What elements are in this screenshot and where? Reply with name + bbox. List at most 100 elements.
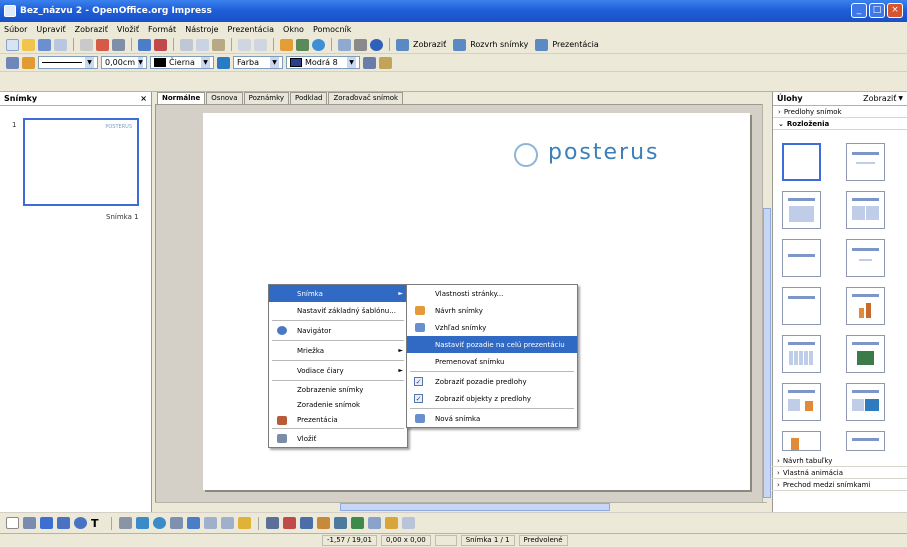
submenu-item-show-master-objects[interactable]: ✓ Zobraziť objekty z predlohy bbox=[407, 390, 577, 407]
menu-item-presentation[interactable]: Prezentácia bbox=[269, 412, 407, 427]
menu-item-insert[interactable]: Vložiť bbox=[269, 430, 407, 447]
basic-shapes-icon[interactable] bbox=[153, 517, 166, 529]
menu-item-slide-sorter[interactable]: Zoradenie snímok bbox=[269, 397, 407, 412]
menu-insert[interactable]: Vložiť bbox=[117, 25, 139, 34]
line-style-select[interactable]: ▼ bbox=[38, 56, 98, 69]
callouts-icon[interactable] bbox=[221, 517, 234, 529]
line-width-select[interactable]: 0,00cm ▼ bbox=[101, 56, 147, 69]
print-icon[interactable] bbox=[112, 38, 125, 51]
paste-icon[interactable] bbox=[212, 38, 225, 51]
fontwork-icon[interactable] bbox=[300, 517, 313, 529]
menu-item-master[interactable]: Nastaviť základný šablónu... bbox=[269, 302, 407, 319]
menu-item-grid[interactable]: Mriežka ► bbox=[269, 342, 407, 359]
line-color-select[interactable]: Čierna ▼ bbox=[150, 56, 214, 69]
zoom-icon[interactable] bbox=[354, 38, 367, 51]
menu-format[interactable]: Formát bbox=[148, 25, 176, 34]
menu-item-guides[interactable]: Vodiace čiary ► bbox=[269, 362, 407, 379]
submenu-item-set-background[interactable]: Nastaviť pozadie na celú prezentáciu bbox=[407, 336, 577, 353]
arrow-style-icon[interactable] bbox=[22, 56, 35, 69]
section-master-pages[interactable]: › Predlohy snímok bbox=[773, 106, 907, 118]
points-icon[interactable] bbox=[266, 517, 279, 529]
submenu-item-page-properties[interactable]: Vlastnosti stránky... bbox=[407, 285, 577, 302]
extrusion-icon[interactable] bbox=[351, 517, 364, 529]
section-slide-transition[interactable]: › Prechod medzi snímkami bbox=[772, 479, 907, 491]
from-file-icon[interactable] bbox=[317, 517, 330, 529]
submenu-item-new-slide[interactable]: Nová snímka bbox=[407, 410, 577, 427]
new-document-icon[interactable] bbox=[6, 38, 19, 51]
submenu-item-slide-layout[interactable]: Vzhľad snímky bbox=[407, 319, 577, 336]
tab-slide-sorter[interactable]: Zoraďovač snímok bbox=[328, 92, 404, 104]
submenu-item-show-master-background[interactable]: ✓ Zobraziť pozadie predlohy bbox=[407, 373, 577, 390]
chart-icon[interactable] bbox=[280, 38, 293, 51]
section-custom-animation[interactable]: › Vlastná animácia bbox=[772, 467, 907, 479]
export-pdf-icon[interactable] bbox=[96, 38, 109, 51]
layout-two-content[interactable] bbox=[846, 191, 885, 229]
table-icon[interactable] bbox=[296, 38, 309, 51]
ellipse-icon[interactable] bbox=[74, 517, 87, 529]
menu-file[interactable]: Súbor bbox=[4, 25, 27, 34]
close-icon[interactable]: × bbox=[140, 94, 147, 103]
layout-title-text[interactable] bbox=[846, 239, 885, 277]
line-style-icon[interactable] bbox=[6, 56, 19, 69]
layout-title-only-2[interactable] bbox=[782, 287, 821, 325]
vertical-scroll-thumb[interactable] bbox=[763, 208, 771, 498]
maximize-button[interactable]: □ bbox=[869, 3, 885, 18]
layout-title-content[interactable] bbox=[782, 191, 821, 229]
area-style-select[interactable]: Farba ▼ bbox=[233, 56, 283, 69]
slide-thumbnail[interactable]: POSTERUS bbox=[23, 118, 139, 206]
menu-edit[interactable]: Upraviť bbox=[36, 25, 65, 34]
area-color-select[interactable]: Modrá 8 ▼ bbox=[286, 56, 360, 69]
status-zoom[interactable] bbox=[434, 535, 457, 546]
spellcheck-icon[interactable] bbox=[138, 38, 151, 51]
autospell-icon[interactable] bbox=[154, 38, 167, 51]
save-icon[interactable] bbox=[38, 38, 51, 51]
gallery-icon[interactable] bbox=[334, 517, 347, 529]
curve-icon[interactable] bbox=[119, 517, 132, 529]
block-arrows-icon[interactable] bbox=[187, 517, 200, 529]
tab-outline[interactable]: Osnova bbox=[206, 92, 243, 104]
arrange-icon[interactable] bbox=[402, 517, 415, 529]
stars-icon[interactable] bbox=[238, 517, 251, 529]
slide-layout-icon[interactable] bbox=[453, 38, 467, 51]
help-icon[interactable] bbox=[370, 38, 383, 51]
submenu-item-slide-design[interactable]: Návrh snímky bbox=[407, 302, 577, 319]
rotate-icon[interactable] bbox=[368, 517, 381, 529]
layout-centered-text[interactable] bbox=[782, 239, 821, 277]
layout-chart-text[interactable] bbox=[782, 431, 821, 451]
position-size-icon[interactable] bbox=[379, 56, 392, 69]
layout-title-text-2[interactable] bbox=[846, 431, 885, 451]
redo-icon[interactable] bbox=[254, 38, 267, 51]
email-icon[interactable] bbox=[54, 38, 67, 51]
close-button[interactable]: × bbox=[887, 3, 903, 18]
task-pane-view-menu[interactable]: Zobraziť bbox=[863, 94, 896, 103]
submenu-item-rename-slide[interactable]: Premenovať snímku bbox=[407, 353, 577, 370]
alignment-icon[interactable] bbox=[385, 517, 398, 529]
minimize-button[interactable]: _ bbox=[851, 3, 867, 18]
text-icon[interactable]: T bbox=[91, 517, 104, 530]
menu-tools[interactable]: Nástroje bbox=[185, 25, 218, 34]
cut-icon[interactable] bbox=[180, 38, 193, 51]
layout-title-table[interactable] bbox=[782, 335, 821, 373]
undo-icon[interactable] bbox=[238, 38, 251, 51]
arrow-line-icon[interactable] bbox=[40, 517, 53, 529]
show-icon[interactable] bbox=[396, 38, 409, 51]
menu-item-navigator[interactable]: Navigátor bbox=[269, 322, 407, 339]
section-table-design[interactable]: › Návrh tabuľky bbox=[772, 455, 907, 467]
menu-slideshow[interactable]: Prezentácia bbox=[228, 25, 274, 34]
tab-handout[interactable]: Podklad bbox=[290, 92, 328, 104]
edit-file-icon[interactable] bbox=[80, 38, 93, 51]
menu-window[interactable]: Okno bbox=[283, 25, 304, 34]
layout-text-picture[interactable] bbox=[846, 383, 885, 421]
copy-icon[interactable] bbox=[196, 38, 209, 51]
chevron-down-icon[interactable]: ▼ bbox=[898, 95, 903, 102]
section-layouts[interactable]: ⌄ Rozloženia bbox=[773, 118, 907, 130]
slide-layout-button[interactable]: Rozvrh snímky bbox=[470, 40, 528, 49]
symbol-shapes-icon[interactable] bbox=[170, 517, 183, 529]
layout-title-picture[interactable] bbox=[846, 335, 885, 373]
open-folder-icon[interactable] bbox=[22, 38, 35, 51]
select-icon[interactable] bbox=[6, 517, 19, 529]
presentation-icon[interactable] bbox=[535, 38, 549, 51]
layout-blank[interactable] bbox=[782, 143, 821, 181]
show-button[interactable]: Zobraziť bbox=[413, 40, 446, 49]
area-icon[interactable] bbox=[217, 56, 230, 69]
